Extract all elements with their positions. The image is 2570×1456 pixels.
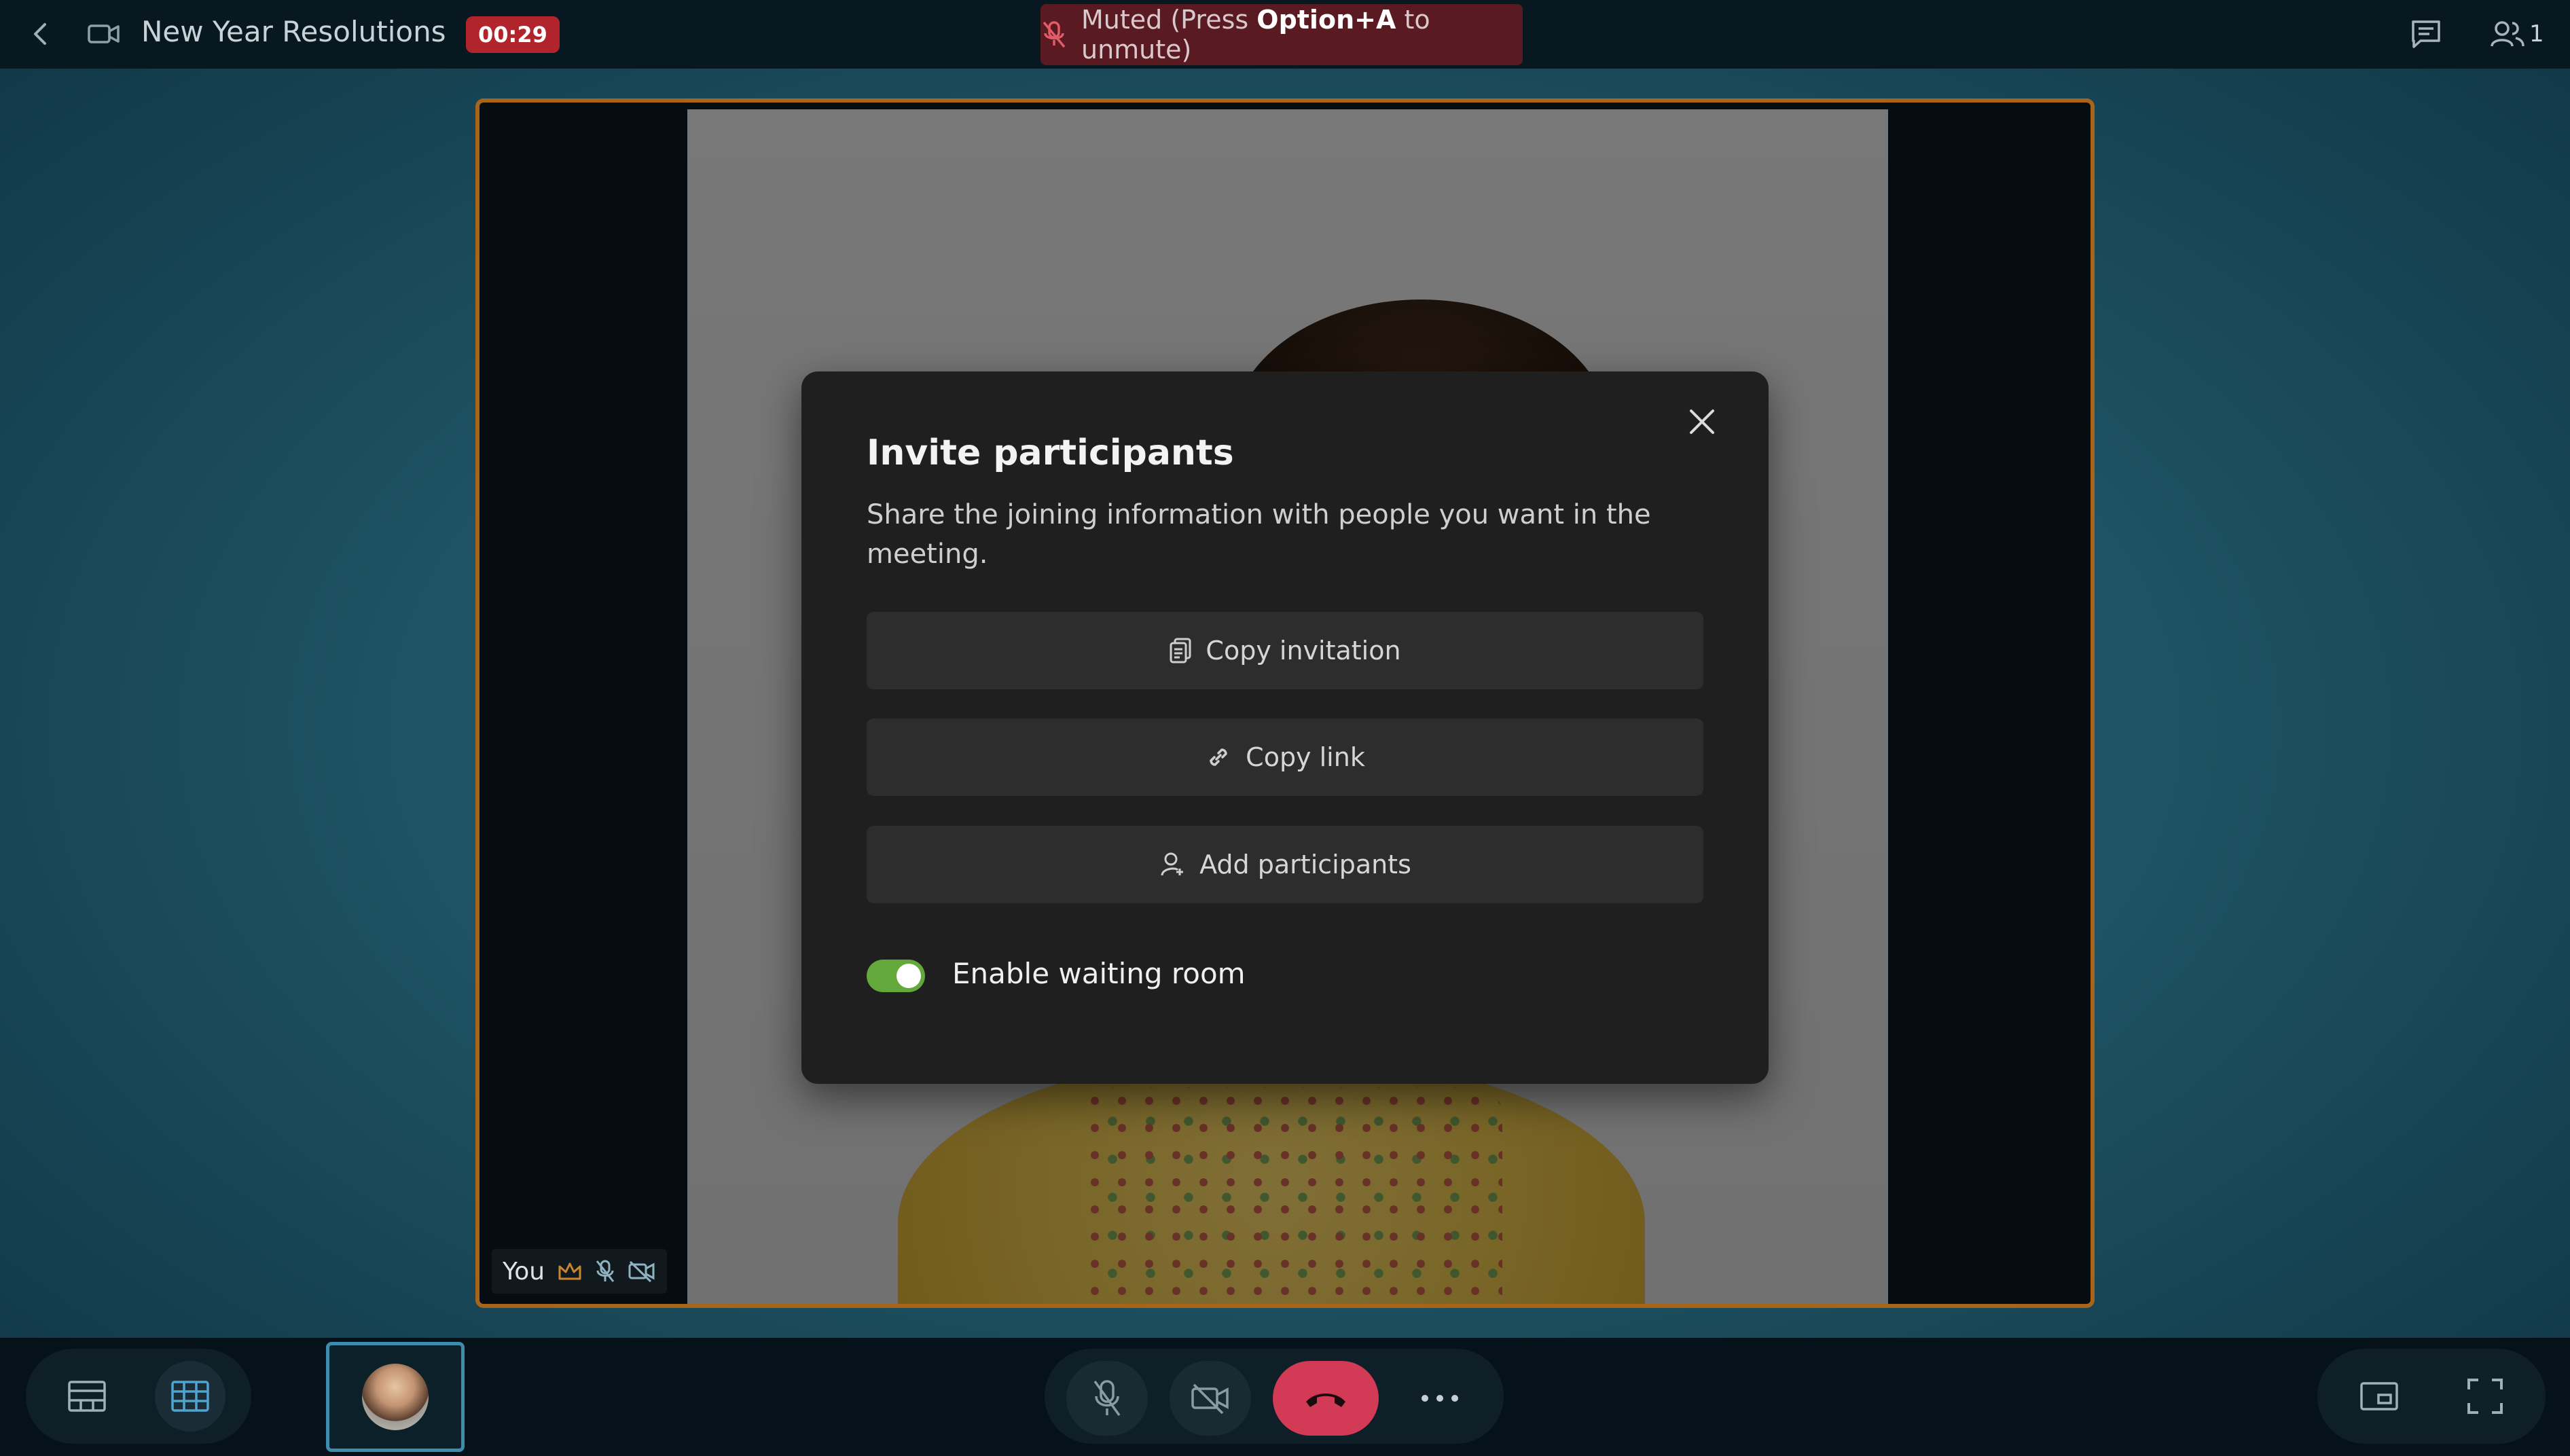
add-person-icon	[1159, 851, 1186, 878]
camera-off-icon	[1190, 1382, 1231, 1415]
toggle-knob	[897, 964, 921, 988]
link-icon	[1205, 744, 1232, 771]
crown-icon	[557, 1260, 583, 1283]
name-tag-label: You	[503, 1257, 545, 1286]
layout-grid-icon	[170, 1380, 210, 1413]
meeting-title: New Year Resolutions	[141, 15, 446, 48]
more-icon	[1419, 1394, 1460, 1403]
mic-off-icon	[595, 1259, 615, 1284]
copy-icon	[1169, 637, 1192, 664]
mic-off-icon	[1091, 1379, 1123, 1418]
copy-invitation-label: Copy invitation	[1206, 636, 1401, 666]
copy-invitation-button[interactable]: Copy invitation	[867, 612, 1703, 689]
hang-up-icon	[1302, 1387, 1350, 1410]
people-icon	[2490, 19, 2525, 49]
close-icon[interactable]	[1682, 401, 1722, 442]
layout-grid-button[interactable]	[155, 1361, 225, 1432]
participant-count: 1	[2529, 20, 2544, 48]
camera-off-icon	[628, 1260, 656, 1283]
copy-link-label: Copy link	[1246, 742, 1365, 772]
mic-toggle-button[interactable]	[1066, 1361, 1148, 1436]
self-view-thumbnail[interactable]	[326, 1342, 465, 1452]
chat-icon[interactable]	[2410, 18, 2442, 50]
invite-dialog: Invite participants Share the joining in…	[801, 371, 1769, 1084]
add-participants-label: Add participants	[1199, 850, 1411, 879]
back-icon[interactable]	[24, 18, 57, 50]
mic-off-icon	[1040, 20, 1068, 50]
meeting-timer: 00:29	[466, 16, 560, 53]
layout-speaker-icon	[67, 1380, 107, 1413]
name-tag: You	[492, 1249, 668, 1294]
pip-button[interactable]	[2342, 1361, 2417, 1432]
pip-icon	[2359, 1381, 2399, 1411]
add-participants-button[interactable]: Add participants	[867, 826, 1703, 903]
copy-link-button[interactable]: Copy link	[867, 718, 1703, 796]
dialog-subtitle: Share the joining information with peopl…	[867, 499, 1651, 570]
muted-text: Muted (Press Option+A to unmute)	[1081, 5, 1430, 65]
more-options-button[interactable]	[1399, 1361, 1481, 1436]
waiting-room-toggle[interactable]	[867, 960, 925, 992]
avatar	[362, 1364, 429, 1430]
muted-banner[interactable]: Muted (Press Option+A to unmute)	[1040, 4, 1523, 65]
layout-speaker-button[interactable]	[52, 1361, 122, 1432]
participants-button[interactable]: 1	[2490, 18, 2544, 50]
fullscreen-button[interactable]	[2448, 1361, 2522, 1432]
end-call-button[interactable]	[1273, 1361, 1379, 1436]
camera-toggle-button[interactable]	[1170, 1361, 1251, 1436]
video-camera-icon	[87, 20, 121, 48]
waiting-room-label: Enable waiting room	[952, 957, 1246, 990]
fullscreen-icon	[2467, 1378, 2503, 1415]
dialog-title: Invite participants	[867, 433, 1234, 473]
